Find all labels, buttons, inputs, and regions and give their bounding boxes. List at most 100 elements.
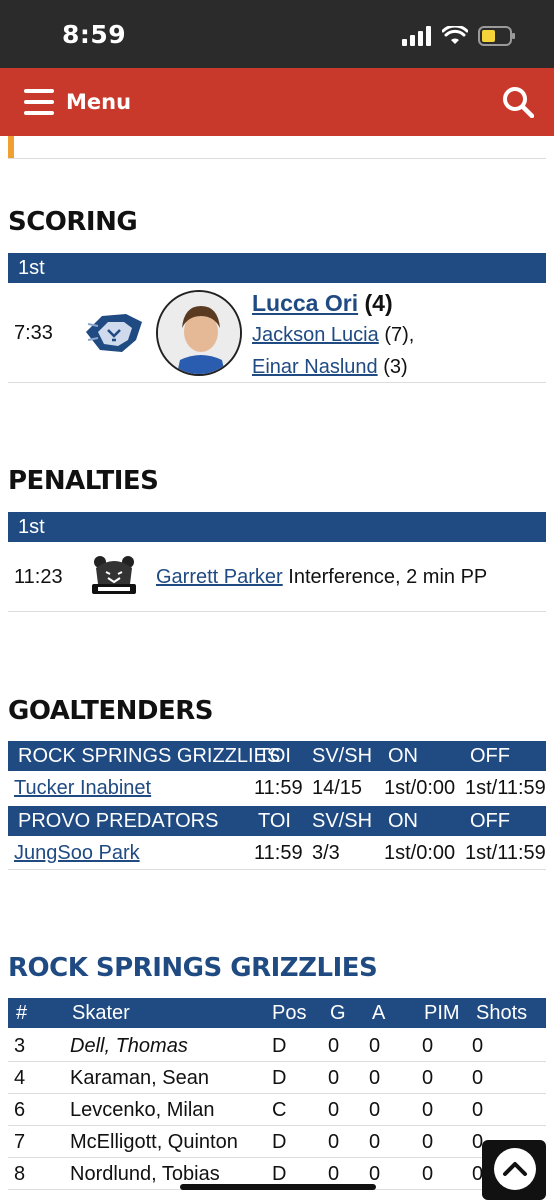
- skater-pim: 0: [422, 1099, 434, 1121]
- goal-scorer: Lucca Ori (4): [252, 290, 393, 317]
- battery-icon: [478, 26, 515, 46]
- accent-bar: [8, 136, 14, 158]
- col-goals: G: [330, 1002, 346, 1024]
- table-row: 3 Dell, Thomas D 0 0 0 0: [8, 1030, 546, 1062]
- col-pim: PIM: [424, 1002, 460, 1024]
- divider: [8, 611, 546, 612]
- goalie-on: 1st/0:00: [384, 777, 456, 799]
- goaltender-header-team1: ROCK SPRINGS GRIZZLIES TOI SV/SH ON OFF: [8, 741, 546, 771]
- goaltender-header-team2: PROVO PREDATORS TOI SV/SH ON OFF: [8, 806, 546, 836]
- col-off: OFF: [470, 745, 510, 767]
- penalty-player-link[interactable]: Garrett Parker: [156, 566, 283, 588]
- skater-name: Dell, Thomas: [70, 1035, 188, 1057]
- menu-label: Menu: [66, 90, 132, 114]
- scorer-goal-count: (4): [364, 290, 393, 316]
- col-svsh: SV/SH: [312, 810, 373, 832]
- search-icon[interactable]: [502, 86, 534, 118]
- assist1-count: (7),: [384, 324, 415, 346]
- skater-pim: 0: [422, 1163, 434, 1185]
- status-bar: 8:59: [0, 0, 554, 68]
- skater-number: 3: [14, 1035, 26, 1057]
- col-off: OFF: [470, 810, 510, 832]
- goalie-svsh: 14/15: [312, 777, 363, 799]
- player-headshot-icon: [158, 292, 240, 374]
- skater-assists: 0: [369, 1067, 381, 1089]
- penalty-time: 11:23: [14, 566, 63, 588]
- skater-name: Karaman, Sean: [70, 1067, 209, 1089]
- skater-name: Levcenko, Milan: [70, 1099, 215, 1121]
- divider: [8, 869, 546, 870]
- hamburger-icon: [24, 89, 54, 115]
- table-row: 6 Levcenko, Milan C 0 0 0 0: [8, 1094, 546, 1126]
- goalie-toi: 11:59: [254, 777, 303, 799]
- skater-assists: 0: [369, 1035, 381, 1057]
- col-shots: Shots: [476, 1002, 528, 1024]
- goalie-link[interactable]: Tucker Inabinet: [14, 772, 151, 804]
- skater-pos: D: [272, 1035, 287, 1057]
- penalties-period-header: 1st: [8, 512, 546, 542]
- home-indicator: [180, 1184, 376, 1190]
- secondary-assist: Einar Naslund (3): [252, 356, 408, 379]
- skater-number: 8: [14, 1163, 26, 1185]
- skater-assists: 0: [369, 1099, 381, 1121]
- goalie-svsh: 3/3: [312, 842, 340, 864]
- grizzlies-logo-icon: [92, 556, 136, 594]
- player-photo: [156, 290, 242, 376]
- skater-goals: 0: [328, 1067, 340, 1089]
- team-name: ROCK SPRINGS GRIZZLIES: [18, 745, 281, 767]
- col-on: ON: [388, 745, 418, 767]
- goalie-off: 1st/11:59: [465, 777, 546, 799]
- skater-shots: 0: [472, 1099, 484, 1121]
- status-icons: [402, 24, 516, 48]
- goal-time: 7:33: [14, 322, 53, 344]
- col-number: #: [16, 1002, 28, 1024]
- goaltender-row: JungSoo Park 11:59 3/3 1st/0:00 1st/11:5…: [8, 837, 546, 869]
- skaters-header: # Skater Pos G A PIM Shots: [8, 998, 546, 1028]
- skater-shots: 0: [472, 1067, 484, 1089]
- status-time: 8:59: [62, 20, 127, 49]
- goaltenders-title: GOALTENDERS: [8, 696, 213, 726]
- skater-number: 6: [14, 1099, 26, 1121]
- skater-pim: 0: [422, 1035, 434, 1057]
- skater-goals: 0: [328, 1099, 340, 1121]
- scoring-title: SCORING: [8, 207, 138, 237]
- goalie-link[interactable]: JungSoo Park: [14, 837, 140, 869]
- assist1-link[interactable]: Jackson Lucia: [252, 324, 379, 346]
- skater-goals: 0: [328, 1035, 340, 1057]
- top-nav: Menu: [0, 68, 554, 136]
- assist2-link[interactable]: Einar Naslund: [252, 356, 378, 378]
- predators-logo-icon: [86, 314, 142, 352]
- goalie-on: 1st/0:00: [384, 842, 456, 864]
- scroll-top-button[interactable]: [482, 1140, 546, 1200]
- skaters-team-title: ROCK SPRINGS GRIZZLIES: [8, 953, 378, 983]
- col-on: ON: [388, 810, 418, 832]
- divider: [8, 158, 546, 159]
- menu-button[interactable]: Menu: [24, 86, 131, 118]
- skater-shots: 0: [472, 1035, 484, 1057]
- skater-assists: 0: [369, 1131, 381, 1153]
- skater-name: McElligott, Quinton: [70, 1131, 238, 1153]
- signal-icon: [402, 26, 431, 46]
- table-row: 4 Karaman, Sean D 0 0 0 0: [8, 1062, 546, 1094]
- col-pos: Pos: [272, 1002, 307, 1024]
- scoring-period-header: 1st: [8, 253, 546, 283]
- col-assists: A: [372, 1002, 386, 1024]
- team-name: PROVO PREDATORS: [18, 810, 219, 832]
- scorer-link[interactable]: Lucca Ori: [252, 290, 358, 316]
- skater-goals: 0: [328, 1131, 340, 1153]
- col-svsh: SV/SH: [312, 745, 373, 767]
- col-skater: Skater: [72, 1002, 130, 1024]
- chevron-up-icon: [503, 1162, 527, 1176]
- goalie-off: 1st/11:59: [465, 842, 546, 864]
- goaltender-row: Tucker Inabinet 11:59 14/15 1st/0:00 1st…: [8, 772, 546, 804]
- penalty-description: Interference, 2 min PP: [288, 566, 488, 588]
- table-row: 7 McElligott, Quinton D 0 0 0 0: [8, 1126, 546, 1158]
- skater-pim: 0: [422, 1067, 434, 1089]
- skater-pos: C: [272, 1099, 287, 1121]
- primary-assist: Jackson Lucia (7),: [252, 324, 414, 347]
- skater-pos: D: [272, 1131, 287, 1153]
- col-toi: TOI: [258, 810, 291, 832]
- penalties-title: PENALTIES: [8, 466, 159, 496]
- goalie-toi: 11:59: [254, 842, 303, 864]
- skater-pim: 0: [422, 1131, 434, 1153]
